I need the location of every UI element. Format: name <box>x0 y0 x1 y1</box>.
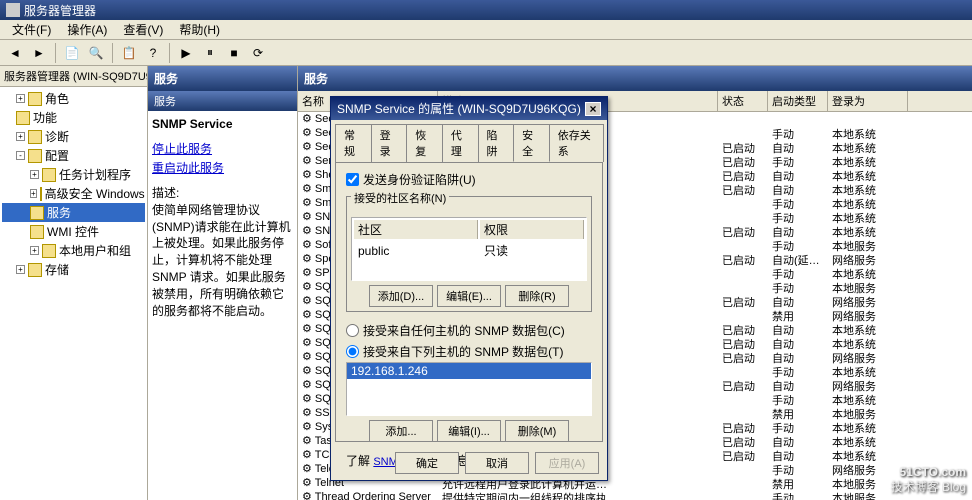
properties-button[interactable]: 📄 <box>61 42 83 64</box>
tree-storage[interactable]: +存储 <box>2 260 145 279</box>
community-list[interactable]: 社区权限 public只读 <box>351 217 587 281</box>
tree-config[interactable]: -配置 <box>2 146 145 165</box>
tree-services[interactable]: 服务 <box>2 203 145 222</box>
tree-pane: 服务器管理器 (WIN-SQ9D7U96KQ +角色 功能 +诊断 -配置 +任… <box>0 66 148 500</box>
stop-link[interactable]: 停止此服务 <box>152 139 293 158</box>
col-logon[interactable]: 登录为 <box>828 91 908 111</box>
host-list[interactable]: 192.168.1.246 <box>346 362 592 416</box>
host-edit-button[interactable]: 编辑(I)... <box>437 420 501 442</box>
community-add-button[interactable]: 添加(D)... <box>369 285 433 307</box>
cancel-button[interactable]: 取消 <box>465 452 529 474</box>
dialog-title: SNMP Service 的属性 (WIN-SQ9D7U96KQG) <box>337 100 581 117</box>
desc-text: 使简单网络管理协议(SNMP)请求能在此计算机上被处理。如果此服务停止，计算机将… <box>152 202 293 320</box>
help-button[interactable]: ? <box>142 42 164 64</box>
ok-button[interactable]: 确定 <box>395 452 459 474</box>
send-auth-trap-checkbox[interactable]: 发送身份验证陷阱(U) <box>346 171 592 188</box>
window-titlebar: 服务器管理器 <box>0 0 972 20</box>
restart-link[interactable]: 重启动此服务 <box>152 158 293 177</box>
community-remove-button[interactable]: 删除(R) <box>505 285 569 307</box>
restart-button[interactable]: ⟳ <box>247 42 269 64</box>
play-button[interactable]: ▶ <box>175 42 197 64</box>
tab-security[interactable]: 安全 <box>513 124 550 162</box>
radio-any-host[interactable]: 接受来自任何主机的 SNMP 数据包(C) <box>346 320 592 341</box>
col-state[interactable]: 状态 <box>718 91 768 111</box>
host-add-button[interactable]: 添加... <box>369 420 433 442</box>
tree-diag[interactable]: +诊断 <box>2 127 145 146</box>
back-button[interactable]: ◄ <box>4 42 26 64</box>
properties-dialog: SNMP Service 的属性 (WIN-SQ9D7U96KQG) × 常规 … <box>330 96 608 481</box>
stop-button[interactable]: ■ <box>223 42 245 64</box>
tab-general[interactable]: 常规 <box>335 124 372 162</box>
menubar: 文件(F) 操作(A) 查看(V) 帮助(H) <box>0 20 972 40</box>
menu-file[interactable]: 文件(F) <box>4 19 59 40</box>
close-icon[interactable]: × <box>585 102 601 116</box>
col-start[interactable]: 启动类型 <box>768 91 828 111</box>
menu-view[interactable]: 查看(V) <box>115 19 171 40</box>
community-row[interactable]: public只读 <box>354 241 584 260</box>
table-row[interactable]: ⚙ Thread Ordering Server提供特定期间内一组线程的排序执…… <box>298 490 972 500</box>
tab-traps[interactable]: 陷阱 <box>478 124 515 162</box>
actions-pane: 服务 服务 SNMP Service 停止此服务 重启动此服务 描述: 使简单网… <box>148 66 298 500</box>
actions-header: 服务 <box>148 66 297 91</box>
app-icon <box>6 3 20 17</box>
tree-localusers[interactable]: +本地用户和组 <box>2 241 145 260</box>
window-title: 服务器管理器 <box>24 2 96 19</box>
tree-roles[interactable]: +角色 <box>2 89 145 108</box>
menu-help[interactable]: 帮助(H) <box>171 19 228 40</box>
tree-firewall[interactable]: +高级安全 Windows 防火墙 <box>2 184 145 203</box>
tree-wmi[interactable]: WMI 控件 <box>2 222 145 241</box>
community-edit-button[interactable]: 编辑(E)... <box>437 285 501 307</box>
desc-label: 描述: <box>152 185 293 202</box>
tab-logon[interactable]: 登录 <box>371 124 408 162</box>
tab-agent[interactable]: 代理 <box>442 124 479 162</box>
host-remove-button[interactable]: 删除(M) <box>505 420 569 442</box>
send-auth-trap-input[interactable] <box>346 173 359 186</box>
pause-button[interactable]: ⏸ <box>199 42 221 64</box>
selected-service-name: SNMP Service <box>148 111 297 137</box>
tree-features[interactable]: 功能 <box>2 108 145 127</box>
host-item[interactable]: 192.168.1.246 <box>347 363 591 379</box>
tab-recovery[interactable]: 恢复 <box>406 124 443 162</box>
radio-host-list[interactable]: 接受来自下列主机的 SNMP 数据包(T) <box>346 341 592 362</box>
export-button[interactable]: 📋 <box>118 42 140 64</box>
refresh-button[interactable]: 🔍 <box>85 42 107 64</box>
community-group-label: 接受的社区名称(N) <box>351 190 449 206</box>
tree-tasksched[interactable]: +任务计划程序 <box>2 165 145 184</box>
tree-header: 服务器管理器 (WIN-SQ9D7U96KQ <box>0 66 147 87</box>
apply-button[interactable]: 应用(A) <box>535 452 599 474</box>
menu-action[interactable]: 操作(A) <box>59 19 115 40</box>
actions-sub: 服务 <box>148 91 297 111</box>
toolbar: ◄ ► 📄 🔍 📋 ? ▶ ⏸ ■ ⟳ <box>0 40 972 66</box>
list-title: 服务 <box>298 66 972 91</box>
forward-button[interactable]: ► <box>28 42 50 64</box>
tab-deps[interactable]: 依存关系 <box>549 124 604 162</box>
